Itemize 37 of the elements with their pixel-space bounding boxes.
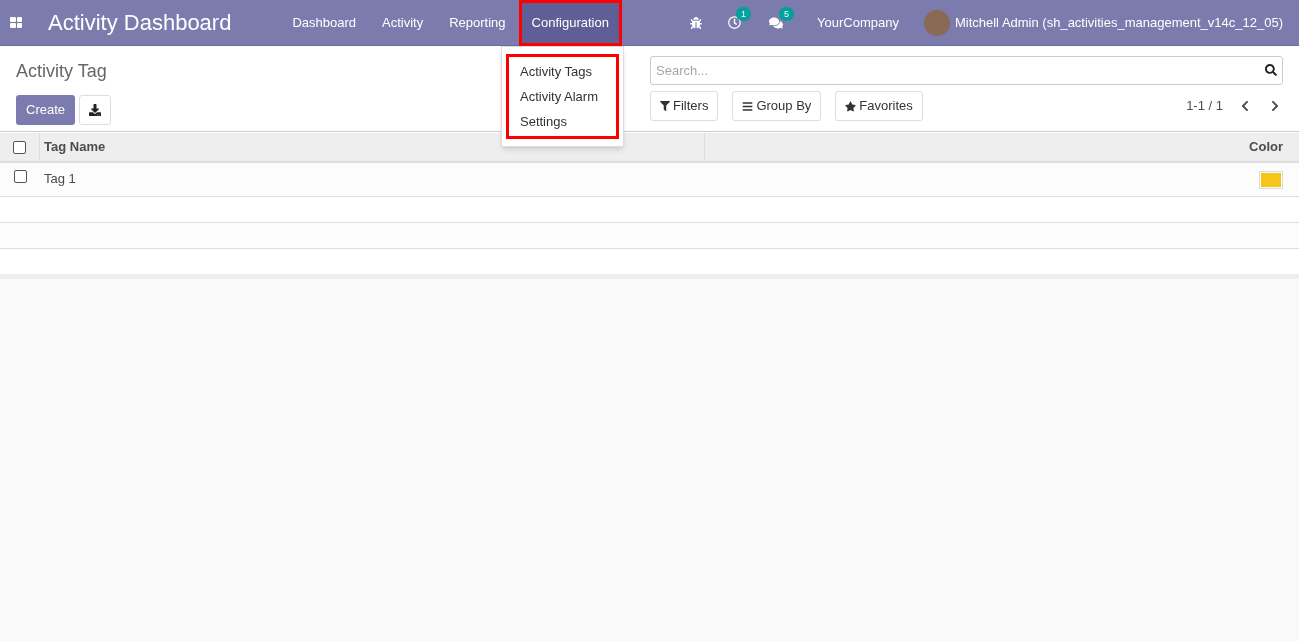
chat-icon[interactable] [769, 15, 783, 30]
search-icon[interactable] [1265, 64, 1277, 76]
nav-menu-item[interactable]: Configuration [518, 0, 622, 46]
column-header[interactable]: Tag Name [40, 133, 705, 161]
checkbox[interactable] [13, 140, 26, 154]
group-by-button[interactable]: Group By [732, 91, 822, 121]
apps-menu-icon[interactable] [10, 17, 22, 28]
download-icon [89, 104, 102, 116]
download-button[interactable] [79, 95, 112, 125]
filters-button[interactable]: Filters [650, 91, 719, 121]
page-title: Activity Tag [16, 60, 107, 83]
checkbox[interactable] [13, 170, 27, 183]
app-title: Activity Dashboard [48, 9, 232, 37]
dropdown-item[interactable]: Settings [509, 109, 616, 134]
nav-menu-item[interactable]: Reporting [436, 0, 519, 46]
previous-page-icon[interactable] [1239, 100, 1251, 112]
filter-icon [660, 101, 670, 111]
nav-menu-item[interactable]: Activity [369, 0, 437, 46]
column-header[interactable]: Color [705, 137, 1299, 157]
list-icon [742, 100, 754, 112]
avatar-placeholder [923, 9, 950, 36]
user-menu[interactable]: Mitchell Admin (sh_activities_management_v14c_12_05) [954, 12, 1283, 33]
search-field[interactable]: Search... [650, 56, 1283, 85]
star-icon [845, 100, 857, 112]
create-button[interactable]: Create [16, 95, 76, 125]
pager-value: 1-1 / 1 [1186, 97, 1223, 116]
count-badge: 5 [779, 6, 795, 21]
dropdown-item[interactable]: Activity Tags [509, 59, 616, 84]
favorites-button[interactable]: Favorites [835, 91, 923, 121]
next-page-icon[interactable] [1269, 100, 1281, 112]
nav-menu-item[interactable]: Dashboard [279, 0, 370, 46]
clock-icon[interactable] [728, 16, 741, 29]
dropdown-item[interactable]: Activity Alarm [509, 84, 616, 109]
bug-icon[interactable] [690, 16, 702, 29]
table-cell-text: Tag 1 [43, 170, 76, 188]
company-switcher[interactable]: YourCompany [817, 12, 899, 33]
count-badge: 1 [736, 7, 752, 21]
